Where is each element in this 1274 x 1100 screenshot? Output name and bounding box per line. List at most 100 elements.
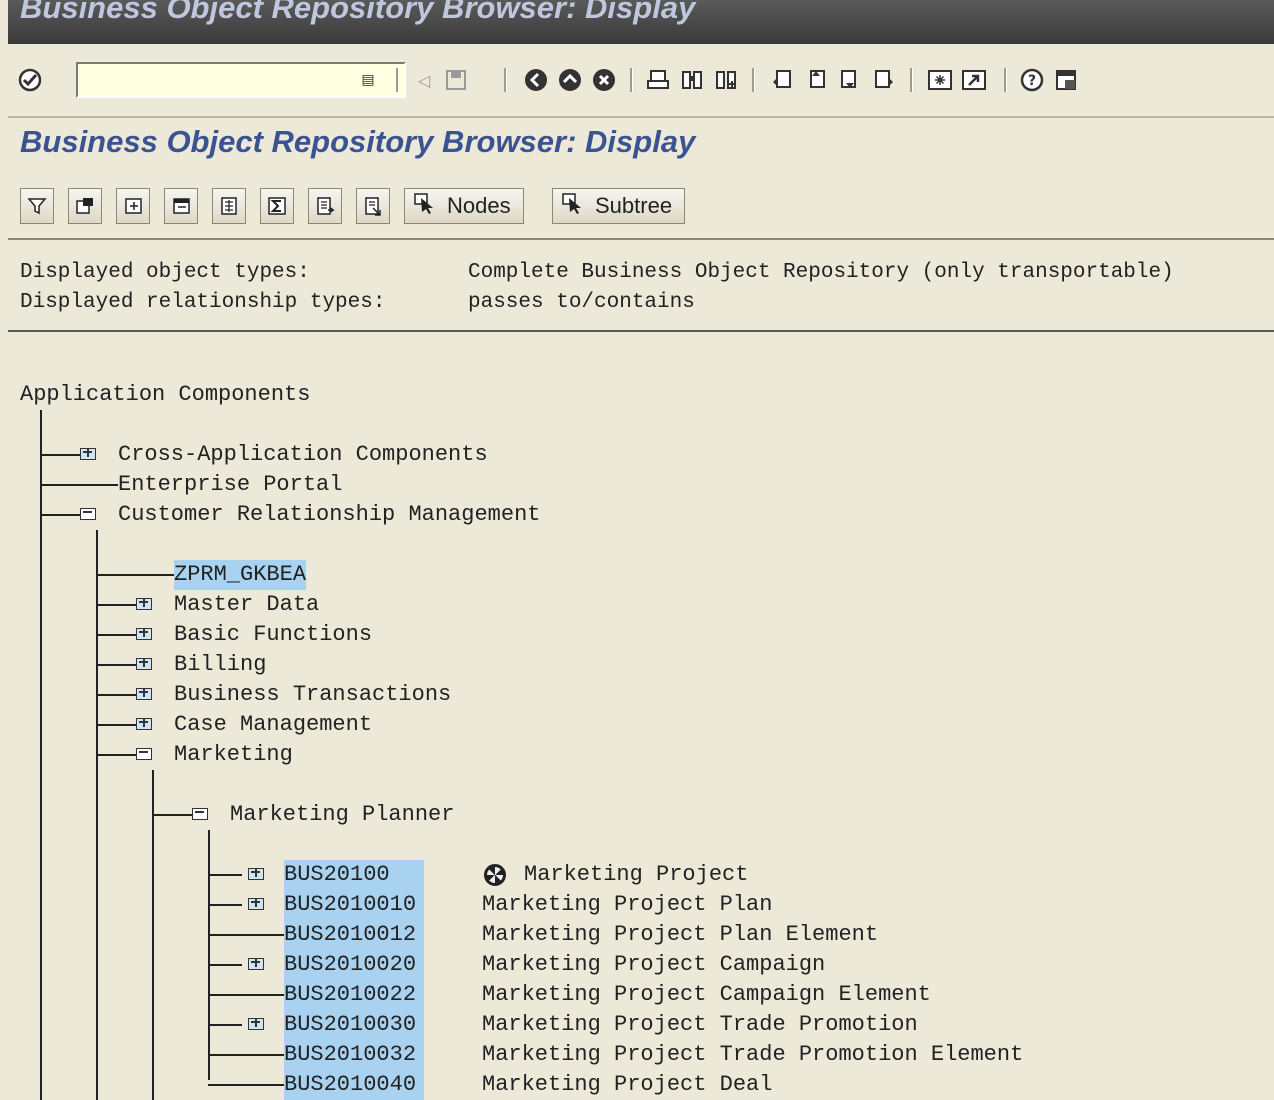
details-icon[interactable] [212, 188, 246, 224]
help-icon[interactable]: ? [1018, 66, 1046, 94]
tree-node[interactable]: Business Transactions [174, 680, 451, 710]
tree-node[interactable]: Enterprise Portal [118, 470, 342, 500]
exit-icon[interactable] [556, 66, 584, 94]
tree-node[interactable]: Basic Functions [174, 620, 372, 650]
toolbar-separator [396, 68, 399, 92]
tree-line [40, 454, 80, 456]
tree-line [96, 574, 174, 576]
settings-icon[interactable] [68, 188, 102, 224]
tree-line [96, 664, 136, 666]
tree-line [208, 1024, 242, 1026]
filter-icon[interactable] [20, 188, 54, 224]
tree-line [208, 964, 242, 966]
expand-node-icon[interactable] [136, 718, 152, 730]
tree-node[interactable]: ZPRM_GKBEA [174, 560, 307, 590]
object-id[interactable]: BUS2010022 [284, 980, 424, 1010]
tree-root[interactable]: Application Components [20, 380, 310, 410]
tree-line [96, 604, 136, 606]
object-id[interactable]: BUS20100 [284, 860, 424, 890]
object-id[interactable]: BUS2010010 [284, 890, 424, 920]
lifebuoy-icon [484, 864, 506, 886]
tree-node[interactable]: Marketing [174, 740, 293, 770]
nodes-label: Nodes [447, 193, 511, 218]
sum-icon[interactable] [260, 188, 294, 224]
object-types-label: Displayed object types: [20, 261, 310, 284]
screen-title: Business Object Repository Browser: Disp… [20, 124, 696, 159]
tree-line [96, 724, 136, 726]
collapse-node-icon[interactable] [192, 808, 208, 820]
expand-node-icon[interactable] [248, 868, 264, 880]
title-bar: Business Object Repository Browser: Disp… [8, 0, 1274, 44]
header-info: Displayed object types: Complete Business… [20, 258, 1174, 318]
previous-page-icon[interactable] [802, 66, 830, 94]
back-icon[interactable] [522, 66, 550, 94]
sap-window: Business Object Repository Browser: Disp… [8, 0, 1274, 1100]
object-description: Marketing Project Campaign Element [482, 982, 931, 1007]
tree-node[interactable]: Marketing Planner [230, 800, 454, 830]
customize-layout-icon[interactable] [1052, 66, 1080, 94]
tree-line [152, 814, 192, 816]
expand-icon[interactable] [116, 188, 150, 224]
command-input[interactable] [78, 64, 374, 96]
tree-node[interactable]: Customer Relationship Management [118, 500, 540, 530]
toolbar-separator [504, 68, 507, 92]
expand-node-icon[interactable] [136, 658, 152, 670]
object-id[interactable]: BUS2010040 [284, 1070, 424, 1100]
tree-node[interactable]: Billing [174, 650, 266, 680]
subtree-button[interactable]: Subtree [552, 188, 686, 224]
tree-line [96, 694, 136, 696]
save-icon[interactable] [442, 66, 470, 94]
last-page-icon[interactable] [870, 66, 898, 94]
tree-line [208, 934, 284, 936]
object-description: Marketing Project Plan Element [482, 922, 879, 947]
tree-line [208, 874, 242, 876]
tree-line [40, 484, 118, 486]
divider [8, 330, 1274, 332]
expand-node-icon[interactable] [136, 628, 152, 640]
export-icon[interactable] [308, 188, 342, 224]
expand-node-icon[interactable] [248, 898, 264, 910]
tree-line [96, 530, 98, 1100]
application-toolbar: Nodes Subtree [8, 178, 1274, 240]
object-description: Marketing Project Trade Promotion Elemen… [482, 1042, 1024, 1067]
print-icon[interactable] [644, 66, 672, 94]
create-session-icon[interactable] [926, 66, 954, 94]
tree-view: Application Components Cross-Application… [8, 340, 1274, 1100]
object-description: Marketing Project Trade Promotion [482, 1012, 918, 1037]
tree-node[interactable]: Cross-Application Components [118, 440, 488, 470]
find-next-icon[interactable] [712, 66, 740, 94]
object-id[interactable]: BUS2010012 [284, 920, 424, 950]
cursor-select-icon [413, 192, 437, 220]
expand-node-icon[interactable] [248, 1018, 264, 1030]
back-arrow-icon[interactable]: ◁ [410, 66, 438, 94]
expand-node-icon[interactable] [248, 958, 264, 970]
system-toolbar: ▤ ◁ ? [8, 56, 1274, 118]
collapse-node-icon[interactable] [80, 508, 96, 520]
export-list-icon[interactable] [356, 188, 390, 224]
object-description: Marketing Project Campaign [482, 952, 826, 977]
shortcut-icon[interactable] [960, 66, 988, 94]
enter-icon[interactable] [16, 66, 44, 94]
subtree-label: Subtree [595, 193, 673, 218]
first-page-icon[interactable] [768, 66, 796, 94]
find-icon[interactable] [678, 66, 706, 94]
tree-line [208, 1084, 284, 1086]
tree-line [96, 754, 136, 756]
object-id[interactable]: BUS2010030 [284, 1010, 424, 1040]
nodes-button[interactable]: Nodes [404, 188, 524, 224]
collapse-node-icon[interactable] [136, 748, 152, 760]
object-id[interactable]: BUS2010020 [284, 950, 424, 980]
object-id[interactable]: BUS2010032 [284, 1040, 424, 1070]
cancel-icon[interactable] [590, 66, 618, 94]
tree-node[interactable]: Case Management [174, 710, 372, 740]
tree-node[interactable]: Master Data [174, 590, 319, 620]
cursor-select-icon [561, 192, 585, 220]
object-description: Marketing Project [524, 862, 749, 887]
tree-line [208, 904, 242, 906]
next-page-icon[interactable] [836, 66, 864, 94]
collapse-icon[interactable] [164, 188, 198, 224]
expand-node-icon[interactable] [136, 688, 152, 700]
expand-node-icon[interactable] [80, 448, 96, 460]
expand-node-icon[interactable] [136, 598, 152, 610]
command-field-dropdown-icon[interactable]: ▤ [354, 66, 382, 94]
